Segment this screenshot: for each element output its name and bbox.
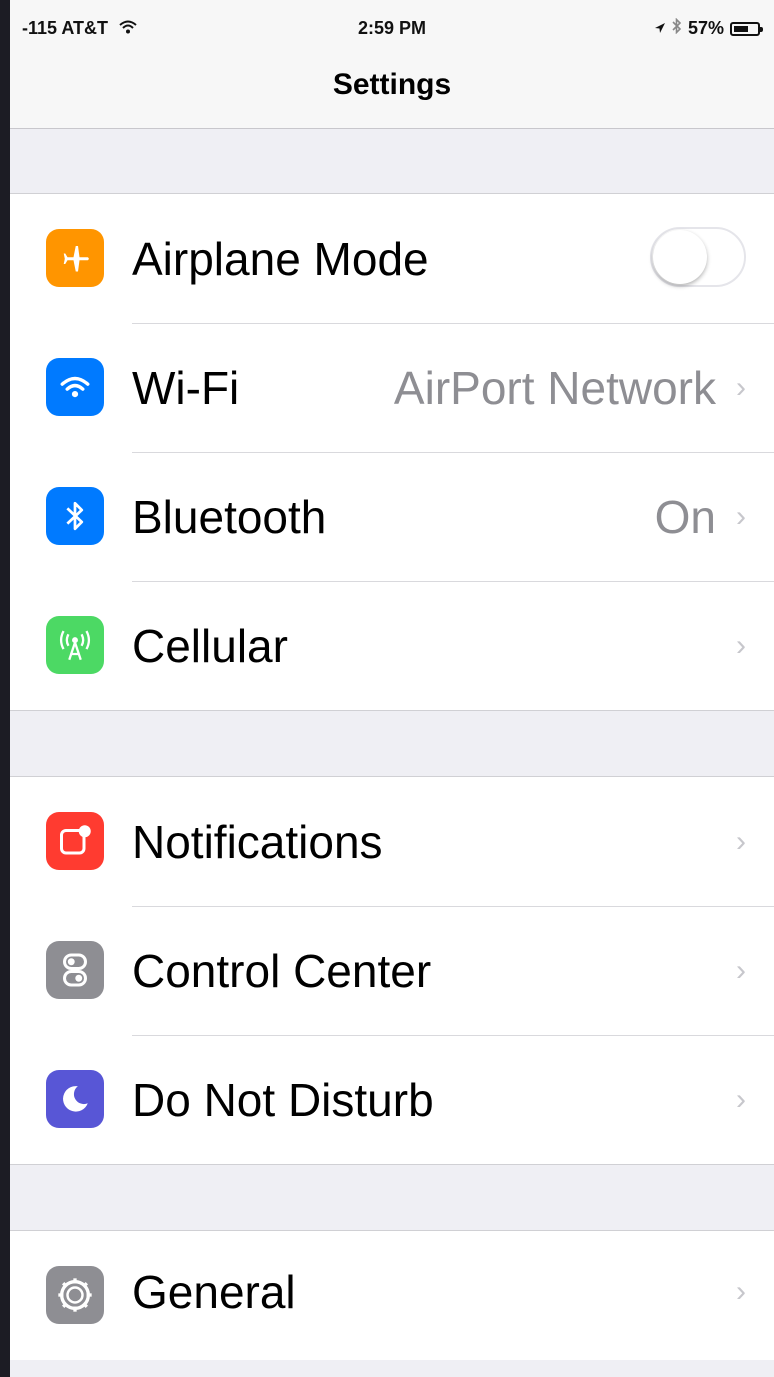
settings-row-airplane-mode[interactable]: Airplane Mode: [10, 194, 774, 323]
chevron-right-icon: ›: [736, 500, 746, 533]
location-arrow-icon: [654, 18, 666, 39]
settings-row-general[interactable]: General ›: [10, 1231, 774, 1360]
airplane-mode-label: Airplane Mode: [132, 233, 429, 285]
gear-icon: [46, 1266, 104, 1324]
airplane-icon: [46, 229, 104, 287]
chevron-right-icon: ›: [736, 1275, 746, 1308]
general-label: General: [132, 1266, 296, 1318]
connectivity-group: Airplane Mode Wi-Fi AirPort Network › Bl…: [10, 193, 774, 711]
chevron-right-icon: ›: [736, 371, 746, 404]
settings-row-bluetooth[interactable]: Bluetooth On ›: [10, 452, 774, 581]
settings-screen: -115 AT&T 2:59 PM 57% Settings Airplane …: [10, 0, 774, 1377]
battery-percent: 57%: [687, 18, 724, 38]
chevron-right-icon: ›: [736, 1083, 746, 1116]
moon-icon: [46, 1070, 104, 1128]
wifi-label: Wi-Fi: [132, 362, 240, 414]
notifications-icon: [46, 812, 104, 870]
settings-row-control-center[interactable]: Control Center ›: [10, 906, 774, 1035]
notifications-label: Notifications: [132, 816, 383, 868]
page-title: Settings: [332, 68, 452, 101]
chevron-right-icon: ›: [736, 954, 746, 987]
toggle-knob: [653, 230, 707, 284]
chevron-right-icon: ›: [736, 825, 746, 858]
navigation-bar: Settings: [10, 58, 774, 129]
bluetooth-icon: [46, 487, 104, 545]
airplane-mode-toggle[interactable]: [650, 227, 746, 287]
settings-row-do-not-disturb[interactable]: Do Not Disturb ›: [10, 1035, 774, 1164]
control-center-icon: [46, 941, 104, 999]
do-not-disturb-label: Do Not Disturb: [132, 1074, 434, 1126]
status-right: 57%: [654, 17, 763, 39]
settings-row-wifi[interactable]: Wi-Fi AirPort Network ›: [10, 323, 774, 452]
bluetooth-status-icon: [672, 17, 682, 39]
general-group: General ›: [10, 1230, 774, 1360]
chevron-right-icon: ›: [736, 629, 746, 662]
wifi-icon: [46, 358, 104, 416]
bluetooth-status-value: On: [654, 491, 716, 543]
control-center-label: Control Center: [132, 945, 432, 997]
wifi-network-value: AirPort Network: [393, 362, 716, 414]
cellular-label: Cellular: [132, 620, 288, 672]
settings-row-notifications[interactable]: Notifications ›: [10, 777, 774, 906]
settings-row-cellular[interactable]: Cellular ›: [10, 581, 774, 710]
cellular-antenna-icon: [46, 616, 104, 674]
notifications-group: Notifications › Control Center › Do Not …: [10, 776, 774, 1165]
bluetooth-label: Bluetooth: [132, 491, 327, 543]
battery-icon: [730, 21, 763, 36]
status-bar: -115 AT&T 2:59 PM 57%: [10, 0, 774, 58]
